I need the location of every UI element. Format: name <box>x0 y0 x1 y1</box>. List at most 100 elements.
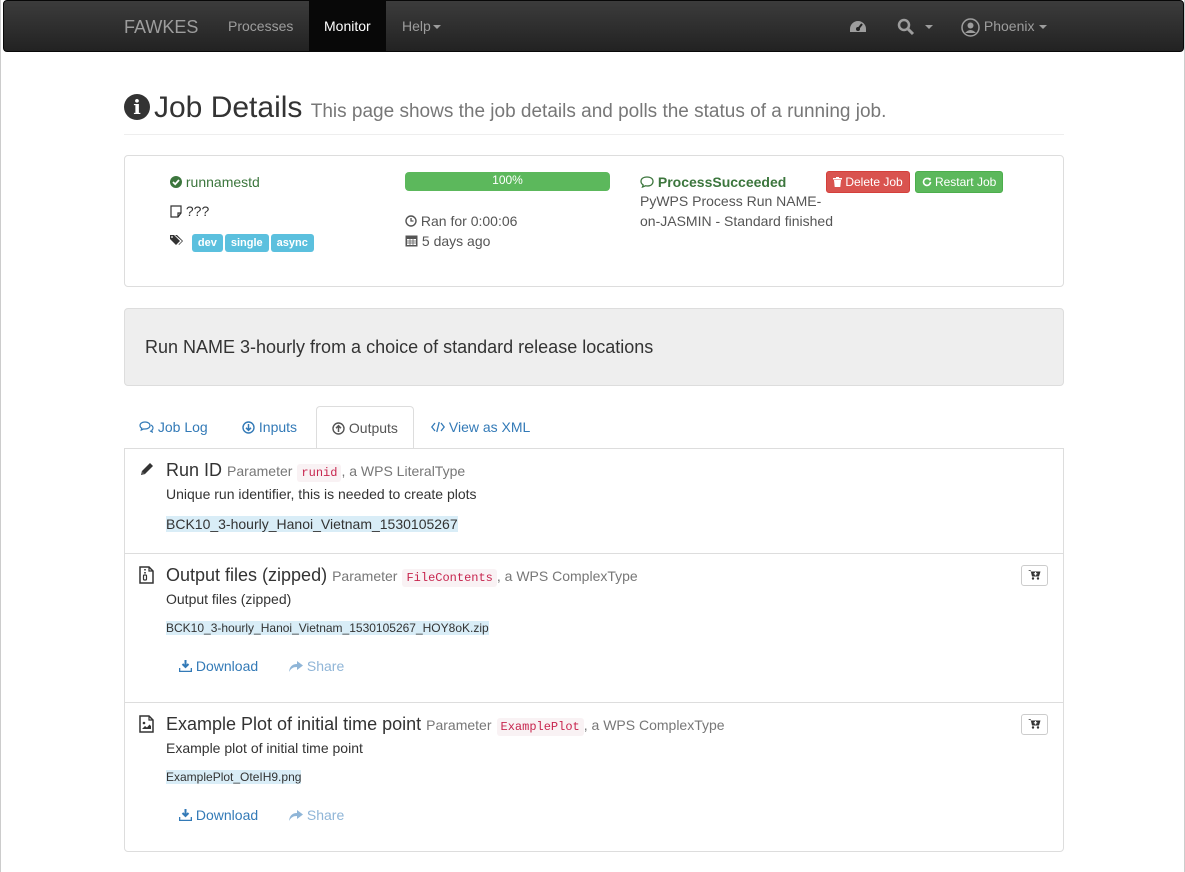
output-type: , a WPS ComplexType <box>583 717 725 733</box>
info-circle-icon: i <box>124 94 150 120</box>
output-title-text: Example Plot of initial time point <box>166 714 422 734</box>
job-caption-text: ??? <box>185 203 210 219</box>
progress-label: 100% <box>492 173 523 187</box>
job-identifier: runnamestd <box>170 174 260 190</box>
output-value: BCK10_3-hourly_Hanoi_Vietnam_1530105267 <box>166 516 458 532</box>
output-param-label: Parameter <box>227 463 293 479</box>
output-description: Unique run identifier, this is needed to… <box>166 486 477 502</box>
add-to-cart-button[interactable] <box>1021 565 1048 586</box>
job-duration: Ran for 0:00:06 <box>405 213 517 229</box>
tab-outputs-label: Outputs <box>348 420 398 436</box>
output-title-text: Output files (zipped) <box>166 565 328 585</box>
restart-job-button[interactable]: Restart Job <box>914 171 1004 193</box>
output-description: Example plot of initial time point <box>166 740 363 756</box>
pencil-icon <box>139 461 155 482</box>
output-value: ExamplePlot_OteIH9.png <box>166 770 302 784</box>
list-item: Example Plot of initial time point Param… <box>125 703 1063 851</box>
share-label: Share <box>306 658 345 674</box>
dashboard-icon[interactable] <box>848 1 868 51</box>
comment-icon <box>640 176 654 189</box>
file-image-icon <box>139 715 154 738</box>
search-icon <box>897 19 915 36</box>
user-circle-icon <box>961 18 980 37</box>
share-link[interactable]: Share <box>289 807 344 823</box>
output-param-label: Parameter <box>426 717 492 733</box>
brand-link[interactable]: FAWKES <box>124 17 198 38</box>
download-icon <box>178 660 193 673</box>
restart-job-label: Restart Job <box>934 175 997 189</box>
cart-plus-icon <box>1028 719 1041 729</box>
output-value: BCK10_3-hourly_Hanoi_Vietnam_1530105267_… <box>166 621 489 635</box>
code-icon <box>430 421 446 433</box>
nav-monitor[interactable]: Monitor <box>309 1 386 51</box>
job-created: 5 days ago <box>405 233 490 249</box>
output-type: , a WPS ComplexType <box>496 568 638 584</box>
job-tabs: Job Log Inputs Outputs View as XML <box>124 406 1064 449</box>
page-subtitle: This page shows the job details and poll… <box>310 101 887 122</box>
progress-bar: 100% <box>405 172 610 191</box>
share-icon <box>289 661 303 672</box>
download-link[interactable]: Download <box>178 658 259 674</box>
job-status-text: ProcessSucceeded <box>657 174 787 190</box>
sticky-note-icon <box>170 205 182 218</box>
tag-single[interactable]: single <box>224 234 269 252</box>
output-title: Output files (zipped) Parameter FileCont… <box>166 565 638 587</box>
tag-dev[interactable]: dev <box>191 234 223 252</box>
caret-down-icon <box>924 25 933 30</box>
add-to-cart-button[interactable] <box>1021 714 1048 735</box>
tab-job-log-label: Job Log <box>157 419 208 435</box>
download-link[interactable]: Download <box>178 807 259 823</box>
share-link[interactable]: Share <box>289 658 344 674</box>
job-duration-text: Ran for 0:00:06 <box>420 213 518 229</box>
user-menu[interactable]: Phoenix <box>961 1 1048 51</box>
output-title: Example Plot of initial time point Param… <box>166 714 725 736</box>
delete-job-button[interactable]: Delete Job <box>826 171 910 193</box>
refresh-icon <box>922 177 931 187</box>
output-identifier: ExamplePlot <box>496 718 584 736</box>
trash-icon <box>833 177 842 187</box>
outputs-list: Run ID Parameter runid, a WPS LiteralTyp… <box>124 448 1064 852</box>
job-status-panel: runnamestd ??? dev single async 100% Ran f… <box>124 155 1064 287</box>
tab-outputs[interactable]: Outputs <box>316 406 414 449</box>
job-status: ProcessSucceeded <box>640 174 786 190</box>
output-param-label: Parameter <box>332 568 398 584</box>
cart-plus-icon <box>1028 570 1041 580</box>
clock-icon <box>405 215 417 227</box>
share-label: Share <box>306 807 345 823</box>
job-identifier-text: runnamestd <box>185 174 260 190</box>
output-type: , a WPS LiteralType <box>341 463 466 479</box>
check-circle-icon <box>170 176 182 188</box>
page-title: i Job Details This page shows the job det… <box>124 88 1064 132</box>
job-actions: Delete Job Restart Job <box>826 171 1004 193</box>
download-icon <box>178 809 193 822</box>
tab-job-log[interactable]: Job Log <box>124 406 223 448</box>
tab-inputs-label: Inputs <box>258 419 298 435</box>
page-title-text: Job Details <box>154 91 303 124</box>
tag-async[interactable]: async <box>270 234 314 252</box>
delete-job-label: Delete Job <box>845 175 903 189</box>
list-item: Run ID Parameter runid, a WPS LiteralTyp… <box>125 449 1063 554</box>
output-title: Run ID Parameter runid, a WPS LiteralTyp… <box>166 460 466 482</box>
tab-view-xml-label: View as XML <box>448 419 531 435</box>
job-created-text: 5 days ago <box>421 233 491 249</box>
top-navbar: FAWKES Processes Monitor Help Phoenix <box>3 0 1184 52</box>
page-header: i Job Details This page shows the job det… <box>124 88 1064 135</box>
arrow-circle-down-icon <box>242 421 255 434</box>
tab-inputs[interactable]: Inputs <box>227 406 312 448</box>
tab-view-xml[interactable]: View as XML <box>416 406 545 448</box>
nav-help[interactable]: Help <box>387 1 456 51</box>
caret-down-icon <box>432 25 441 30</box>
nav-processes[interactable]: Processes <box>213 1 308 51</box>
download-label: Download <box>195 807 259 823</box>
user-name: Phoenix <box>983 18 1035 34</box>
output-description: Output files (zipped) <box>166 591 292 607</box>
comments-icon <box>139 421 154 434</box>
list-item: Output files (zipped) Parameter FileCont… <box>125 554 1063 703</box>
search-menu[interactable] <box>897 1 933 51</box>
job-caption: ??? <box>170 203 209 219</box>
job-status-message-line2: on-JASMIN - Standard finished <box>640 213 833 229</box>
arrow-circle-up-icon <box>332 422 345 435</box>
download-label: Download <box>195 658 259 674</box>
output-identifier: runid <box>297 464 342 482</box>
process-abstract: Run NAME 3-hourly from a choice of stand… <box>124 308 1064 386</box>
